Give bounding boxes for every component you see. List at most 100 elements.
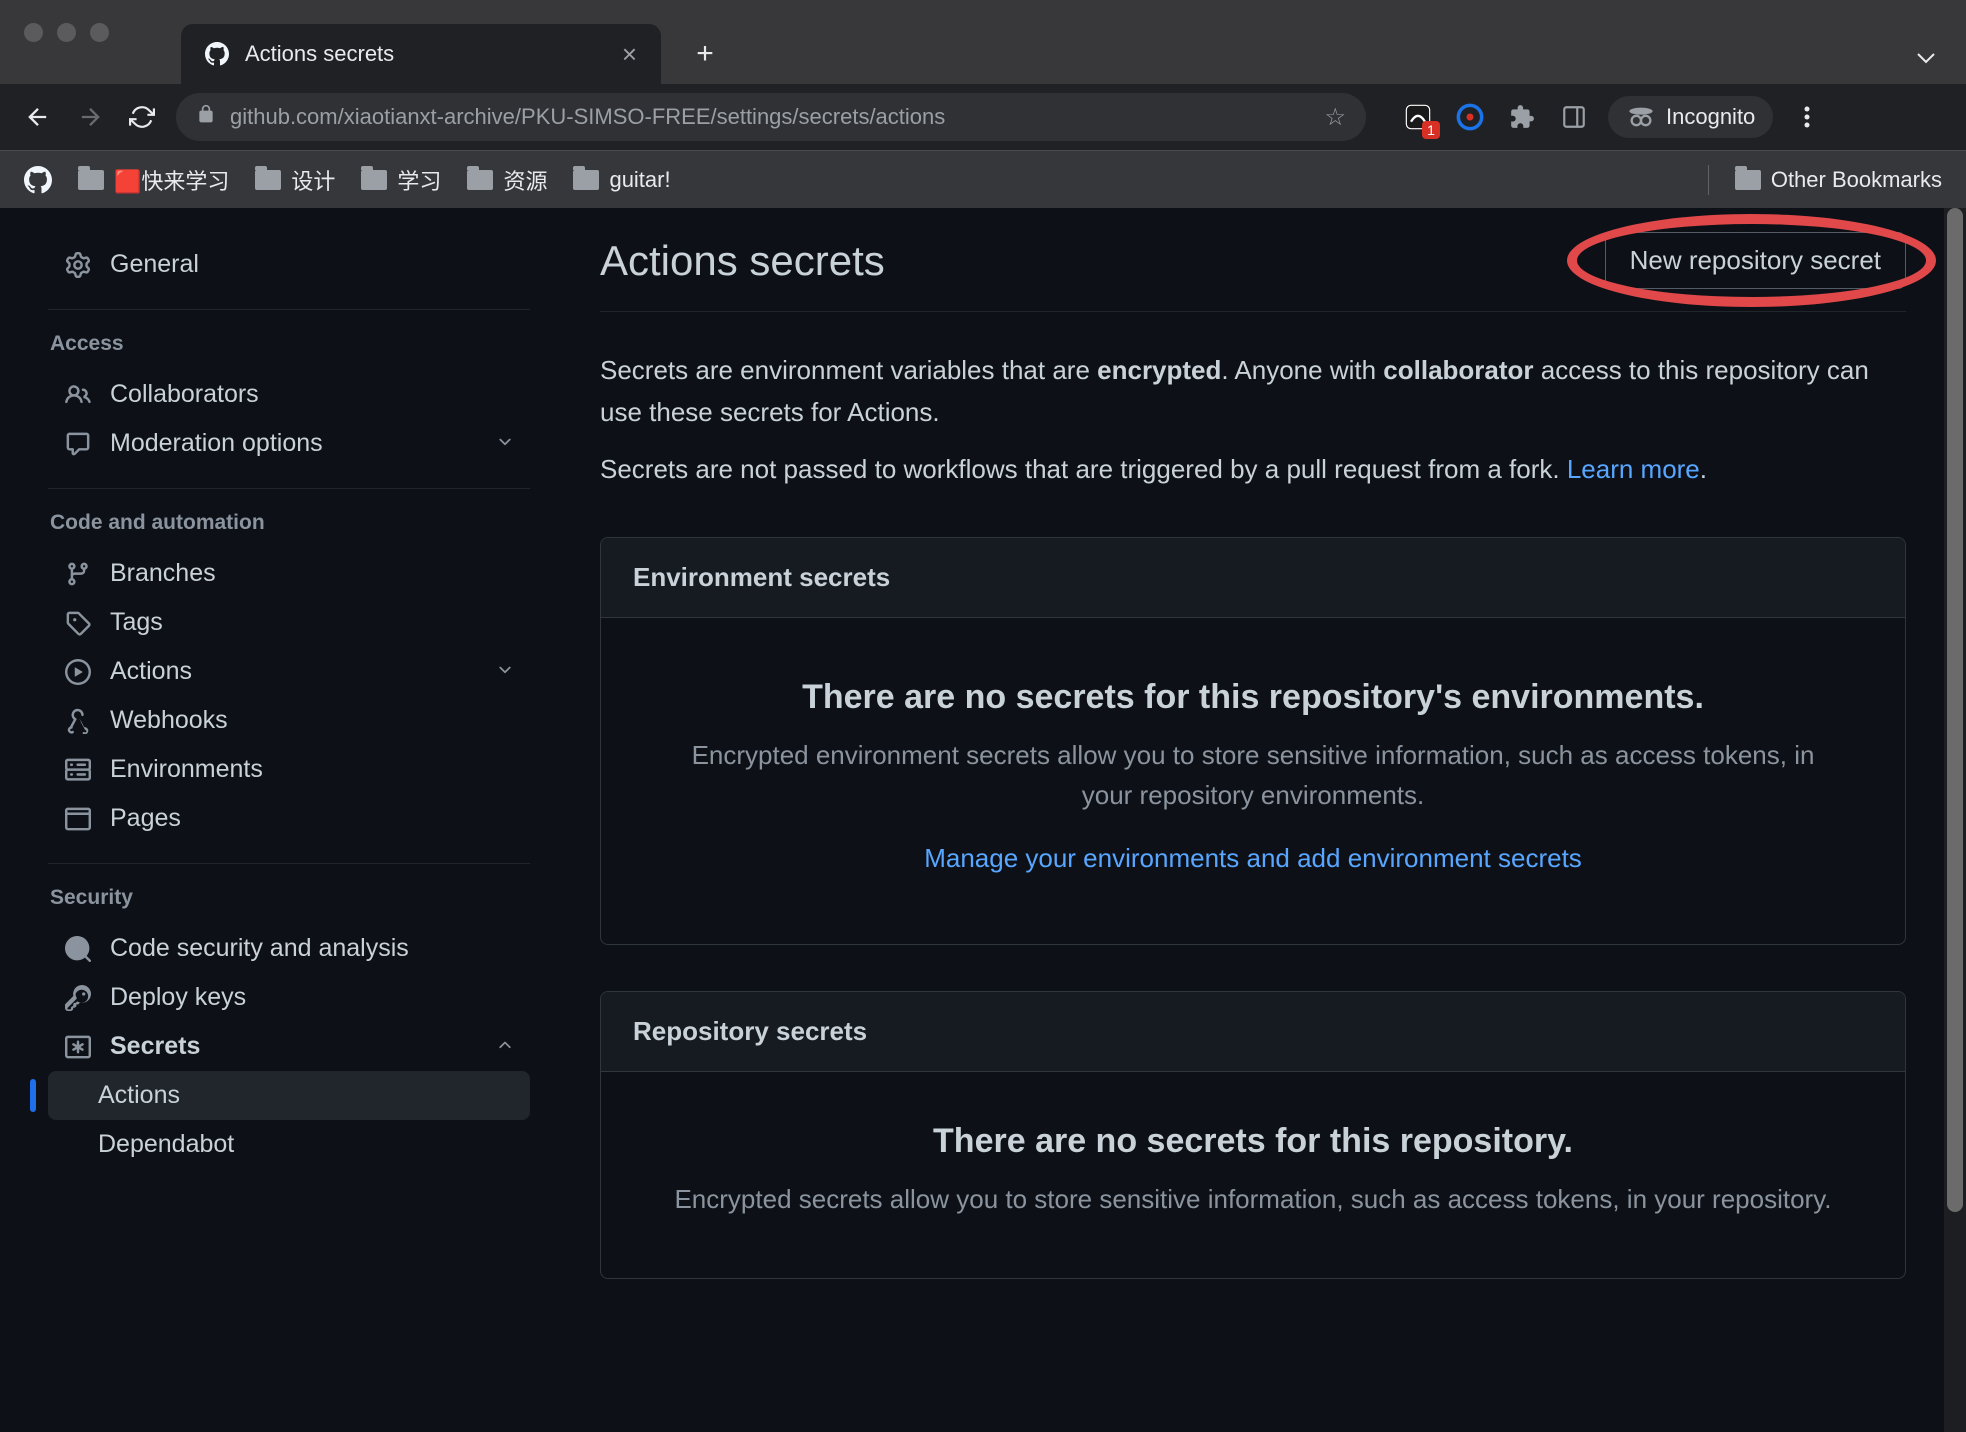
chevron-down-icon (496, 429, 514, 458)
sidebar-item-webhooks[interactable]: Webhooks (48, 696, 530, 745)
intro-text-2: Secrets are not passed to workflows that… (600, 449, 1906, 491)
omnibox[interactable]: github.com/xiaotianxt-archive/PKU-SIMSO-… (176, 93, 1366, 141)
url-text: github.com/xiaotianxt-archive/PKU-SIMSO-… (230, 104, 1310, 130)
environment-secrets-panel: Environment secrets There are no secrets… (600, 537, 1906, 946)
sidebar-item-deploy-keys[interactable]: Deploy keys (48, 973, 530, 1022)
divider (48, 863, 530, 864)
close-icon[interactable]: × (622, 41, 637, 67)
branch-icon (64, 560, 92, 588)
empty-description: Encrypted secrets allow you to store sen… (641, 1179, 1865, 1219)
window-controls (24, 23, 109, 42)
learn-more-link[interactable]: Learn more (1567, 454, 1700, 484)
intro-text-1: Secrets are environment variables that a… (600, 350, 1906, 433)
traffic-light-close[interactable] (24, 23, 43, 42)
codescan-icon (64, 935, 92, 963)
settings-sidebar: General Access Collaborators Moderation … (0, 208, 570, 1432)
play-icon (64, 658, 92, 686)
bookmark-folder[interactable]: guitar! (573, 167, 670, 193)
tab-list-button[interactable] (1906, 38, 1946, 78)
browser-tab-active[interactable]: Actions secrets × (181, 24, 661, 84)
panel-title: Repository secrets (601, 992, 1905, 1072)
empty-title: There are no secrets for this repository… (641, 1122, 1865, 1161)
asterisk-icon (64, 1033, 92, 1061)
sidebar-item-environments[interactable]: Environments (48, 745, 530, 794)
new-repository-secret-button[interactable]: New repository secret (1605, 232, 1906, 289)
side-panel-icon[interactable] (1556, 99, 1592, 135)
bookmark-star-icon[interactable]: ☆ (1324, 103, 1346, 132)
sidebar-item-code-security[interactable]: Code security and analysis (48, 924, 530, 973)
bookmark-folder[interactable]: 🟥快来学习 (78, 164, 229, 196)
panel-body: There are no secrets for this repository… (601, 618, 1905, 945)
back-button[interactable] (20, 99, 56, 135)
key-icon (64, 984, 92, 1012)
page-content: General Access Collaborators Moderation … (0, 208, 1966, 1432)
folder-icon (78, 170, 104, 190)
incognito-icon (1626, 102, 1656, 132)
sidebar-sub-dependabot[interactable]: Dependabot (48, 1120, 530, 1169)
tab-title: Actions secrets (245, 41, 606, 67)
incognito-badge[interactable]: Incognito (1608, 96, 1773, 138)
panel-title: Environment secrets (601, 538, 1905, 618)
lock-icon (196, 104, 216, 130)
scrollbar[interactable] (1944, 208, 1966, 1432)
browser-icon (64, 805, 92, 833)
extensions-puzzle-icon[interactable] (1504, 99, 1540, 135)
bookmark-folder[interactable]: 资源 (467, 164, 547, 196)
annotation-highlight: New repository secret (1605, 232, 1906, 289)
manage-environments-link[interactable]: Manage your environments and add environ… (924, 843, 1582, 873)
incognito-label: Incognito (1666, 104, 1755, 130)
group-label-access: Access (50, 332, 530, 356)
bookmark-folder[interactable]: 学习 (361, 164, 441, 196)
sidebar-item-general[interactable]: General (48, 240, 530, 289)
people-icon (64, 381, 92, 409)
webhook-icon (64, 707, 92, 735)
address-bar-row: github.com/xiaotianxt-archive/PKU-SIMSO-… (0, 84, 1966, 150)
sidebar-sub-actions[interactable]: Actions (48, 1071, 530, 1120)
toolbar-icons: 1 Incognito (1400, 96, 1825, 138)
badge: 1 (1422, 121, 1440, 139)
page-header: Actions secrets New repository secret (600, 232, 1906, 312)
extension-1-icon[interactable]: 1 (1400, 99, 1436, 135)
traffic-light-minimize[interactable] (57, 23, 76, 42)
chevron-down-icon (496, 657, 514, 686)
panel-body: There are no secrets for this repository… (601, 1072, 1905, 1277)
gear-icon (64, 251, 92, 279)
folder-icon (1735, 170, 1761, 190)
sidebar-item-secrets[interactable]: Secrets (48, 1022, 530, 1071)
tab-strip: Actions secrets × + (0, 0, 1966, 84)
kebab-menu-icon[interactable] (1789, 99, 1825, 135)
scrollbar-thumb[interactable] (1947, 208, 1963, 1212)
divider (48, 488, 530, 489)
divider (48, 309, 530, 310)
folder-icon (255, 170, 281, 190)
group-label-code: Code and automation (50, 511, 530, 535)
sidebar-item-tags[interactable]: Tags (48, 598, 530, 647)
server-icon (64, 756, 92, 784)
bookmarks-bar: 🟥快来学习 设计 学习 资源 guitar! Other Bookmarks (0, 150, 1966, 208)
empty-title: There are no secrets for this repository… (641, 678, 1865, 717)
new-tab-button[interactable]: + (681, 30, 729, 78)
traffic-light-zoom[interactable] (90, 23, 109, 42)
folder-icon (573, 170, 599, 190)
sidebar-item-actions[interactable]: Actions (48, 647, 530, 696)
comment-icon (64, 430, 92, 458)
extension-2-icon[interactable] (1452, 99, 1488, 135)
folder-icon (467, 170, 493, 190)
github-icon[interactable] (24, 166, 52, 194)
bookmark-folder[interactable]: 设计 (255, 164, 335, 196)
separator (1708, 165, 1709, 195)
sidebar-item-collaborators[interactable]: Collaborators (48, 370, 530, 419)
page-title: Actions secrets (600, 237, 885, 285)
group-label-security: Security (50, 886, 530, 910)
other-bookmarks[interactable]: Other Bookmarks (1735, 167, 1942, 193)
sidebar-item-moderation[interactable]: Moderation options (48, 419, 530, 468)
sidebar-item-pages[interactable]: Pages (48, 794, 530, 843)
folder-icon (361, 170, 387, 190)
github-icon (205, 42, 229, 66)
main-content: Actions secrets New repository secret Se… (570, 208, 1966, 1432)
chevron-up-icon (496, 1032, 514, 1061)
reload-button[interactable] (124, 99, 160, 135)
forward-button[interactable] (72, 99, 108, 135)
empty-description: Encrypted environment secrets allow you … (641, 735, 1865, 816)
sidebar-item-branches[interactable]: Branches (48, 549, 530, 598)
